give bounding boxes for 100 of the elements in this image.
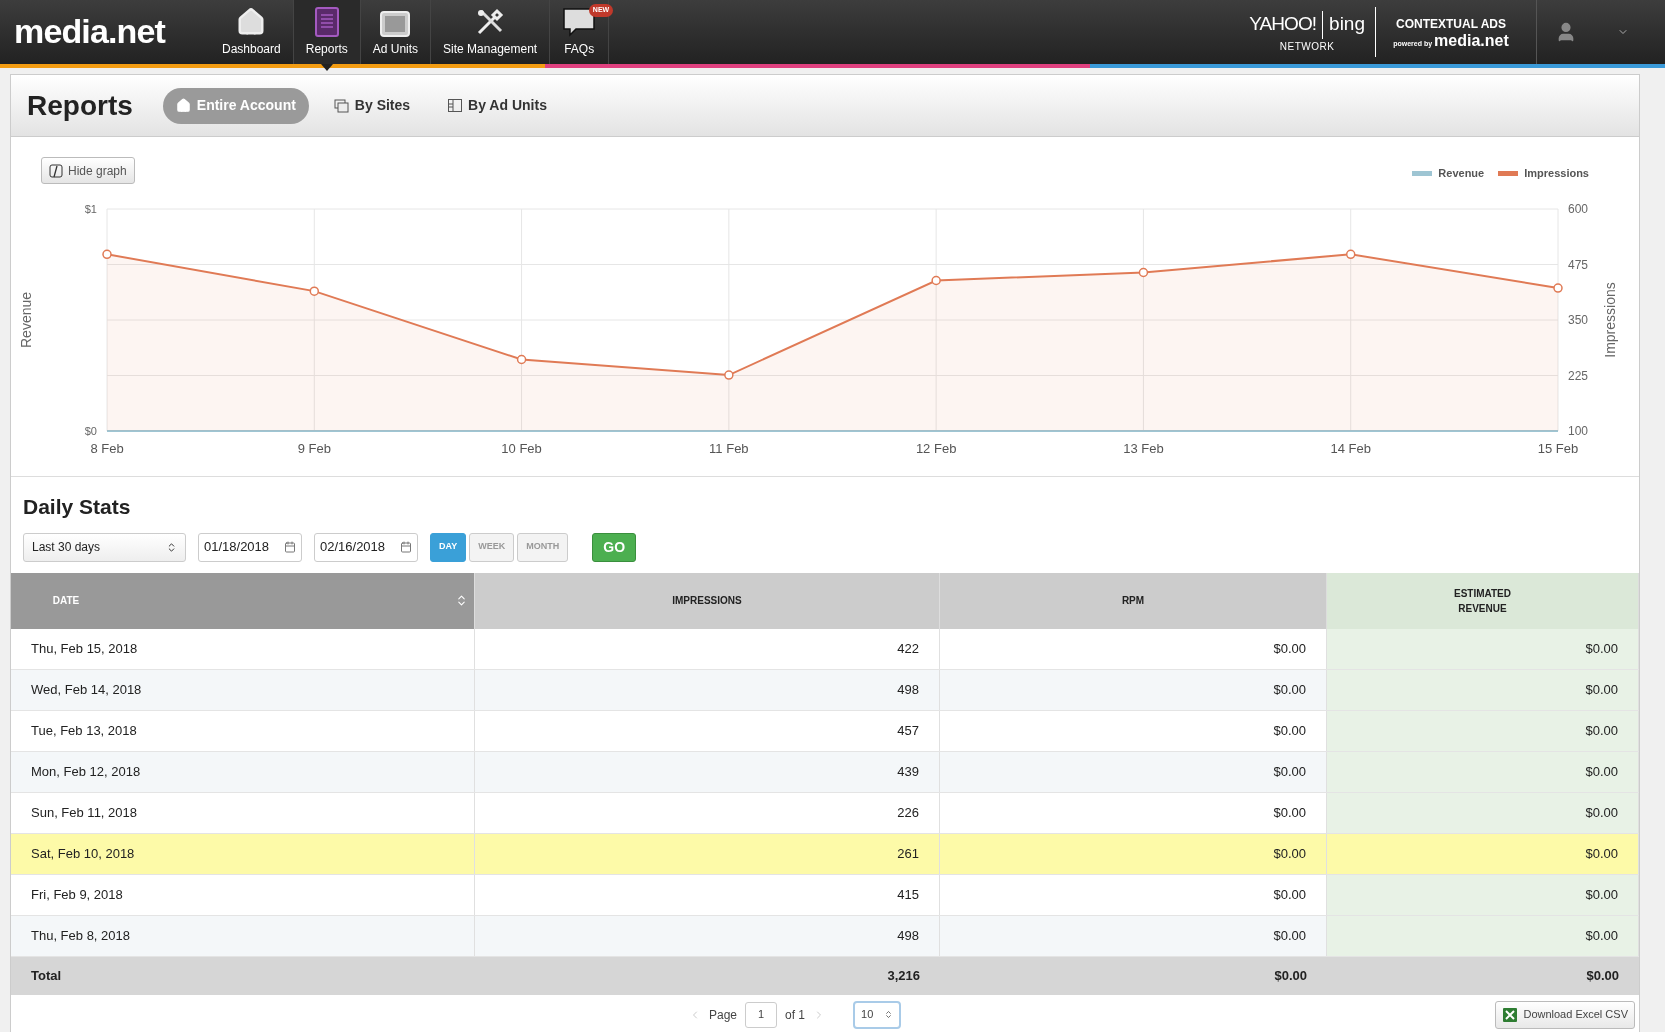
axis-title: Impressions [1602,282,1618,358]
section-title: Daily Stats [23,494,132,520]
data-point [931,275,941,286]
axis-tick-label: 9 Feb [297,441,331,456]
data-point [1345,249,1356,260]
table-cell: 439 [475,751,940,792]
table-cell: Fri, Feb 9, 2018 [11,874,475,915]
screen-icon [380,11,411,37]
bing-logo: bing [1329,12,1365,37]
range-select[interactable]: Last 30 days [23,532,186,562]
table-row[interactable]: Mon, Feb 12, 2018 439 $0.00 $0.00 [11,751,1639,793]
table-cell: 261 [475,833,940,874]
column-header[interactable]: ESTIMATED REVENUE [1327,572,1639,629]
page-count: of 1 [785,1006,805,1024]
per-page-select[interactable]: 10 [853,1000,901,1029]
table-row[interactable]: Thu, Feb 8, 2018 498 $0.00 $0.00 [11,915,1639,957]
total-cell-text: $0.00 [1273,966,1308,985]
table-row[interactable]: Wed, Feb 14, 2018 498 $0.00 $0.00 [11,669,1639,711]
column-header[interactable]: IMPRESSIONS [475,572,940,629]
axis-tick-label: 10 Feb [501,441,542,456]
table-cell: $0.00 [1327,792,1639,833]
nav-item[interactable]: Ad Units [360,0,432,64]
hide-graph-button[interactable]: Hide graph [41,157,135,184]
axis-tick-label: 15 Feb [1537,441,1579,456]
table-cell: Tue, Feb 13, 2018 [11,710,475,751]
report-tab[interactable]: By Ad Units [435,87,560,124]
axis-title: Revenue [18,292,34,348]
home-icon [175,98,191,113]
table-cell: $0.00 [1327,833,1639,874]
data-point [516,354,527,365]
data-point [309,286,320,296]
table-cell: $0.00 [1327,751,1639,792]
table-row[interactable]: Fri, Feb 9, 2018 415 $0.00 $0.00 [11,874,1639,916]
total-cell-text: Total [30,966,63,985]
data-point [1138,267,1149,278]
legend-label: Revenue [1438,166,1485,181]
table-row[interactable]: Tue, Feb 13, 2018 457 $0.00 $0.00 [11,710,1639,752]
home-icon [236,7,267,37]
network-label: NETWORK [1279,39,1335,54]
report-tab[interactable]: By Sites [320,87,424,124]
table-cell: Sat, Feb 10, 2018 [11,833,475,874]
date-field[interactable]: 01/18/2018 [198,532,302,562]
table-cell: $0.00 [1327,669,1639,710]
axis-tick-label: 225 [1568,368,1589,383]
table-cell: $0.00 [940,833,1327,874]
table-cell: $0.00 [1327,874,1639,915]
calendar-icon [284,541,296,553]
table-cell: Wed, Feb 14, 2018 [11,669,475,710]
axis-tick-label: 100 [1568,424,1589,438]
data-point [102,249,112,260]
table-cell: 415 [475,874,940,915]
data-point [724,370,734,380]
table-cell: Sun, Feb 11, 2018 [11,792,475,833]
windows-icon [333,98,349,113]
layout-icon [448,99,463,112]
contextual-ads-label: CONTEXTUAL ADS [1396,16,1506,33]
select-arrows-icon [166,541,177,553]
page-label: Page [708,1006,737,1024]
table-cell: 498 [475,915,940,956]
total-cell-text: 3,216 [886,966,921,985]
data-point [1553,283,1563,293]
table-row[interactable]: Thu, Feb 15, 2018 422 $0.00 $0.00 [11,628,1639,670]
table-cell: $0.00 [1327,710,1639,751]
table-cell: Thu, Feb 8, 2018 [11,915,475,956]
date-field[interactable]: 02/16/2018 [314,532,418,562]
table-cell: Mon, Feb 12, 2018 [11,751,475,792]
axis-tick-label: 11 Feb [709,441,749,456]
axis-tick-label: 350 [1568,313,1589,327]
axis-tick-label: 13 Feb [1123,441,1164,456]
axis-tick-label: $1 [84,203,97,215]
brand-logo: media.net [1434,33,1509,49]
legend-label: Impressions [1524,166,1589,181]
axis-tick-label: 12 Feb [915,441,957,456]
table-cell: 422 [475,628,940,669]
table-row[interactable]: Sun, Feb 11, 2018 226 $0.00 $0.00 [11,792,1639,834]
logo[interactable]: media.net [0,14,210,48]
download-csv-button[interactable]: Download Excel CSV [1495,1000,1635,1029]
table-cell: $0.00 [1327,915,1639,956]
graph-toggle-icon [49,163,63,178]
spreadsheet-icon [1502,1006,1519,1023]
select-arrows-icon [884,1010,893,1019]
axis-tick-label: 600 [1568,202,1589,216]
axis-tick-label: 14 Feb [1330,441,1371,456]
table-cell: 226 [475,792,940,833]
page-field[interactable]: 1 [745,1001,777,1028]
nav-item[interactable]: Reports [293,0,361,64]
sort-icon [455,594,468,607]
axis-tick-label: 8 Feb [90,441,124,456]
table-cell: 457 [475,710,940,751]
axis-tick-label: $0 [84,425,97,437]
axis-tick-label: 475 [1568,257,1589,272]
column-header[interactable]: RPM [940,572,1327,629]
table-cell: 498 [475,669,940,710]
calendar-icon [400,541,412,553]
total-cell-text: $0.00 [1585,966,1620,985]
page-title: Reports [27,88,133,123]
table-row[interactable]: Sat, Feb 10, 2018 261 $0.00 $0.00 [11,833,1639,875]
document-icon [313,7,340,37]
table-cell: $0.00 [1327,628,1639,669]
tools-icon [475,7,506,37]
